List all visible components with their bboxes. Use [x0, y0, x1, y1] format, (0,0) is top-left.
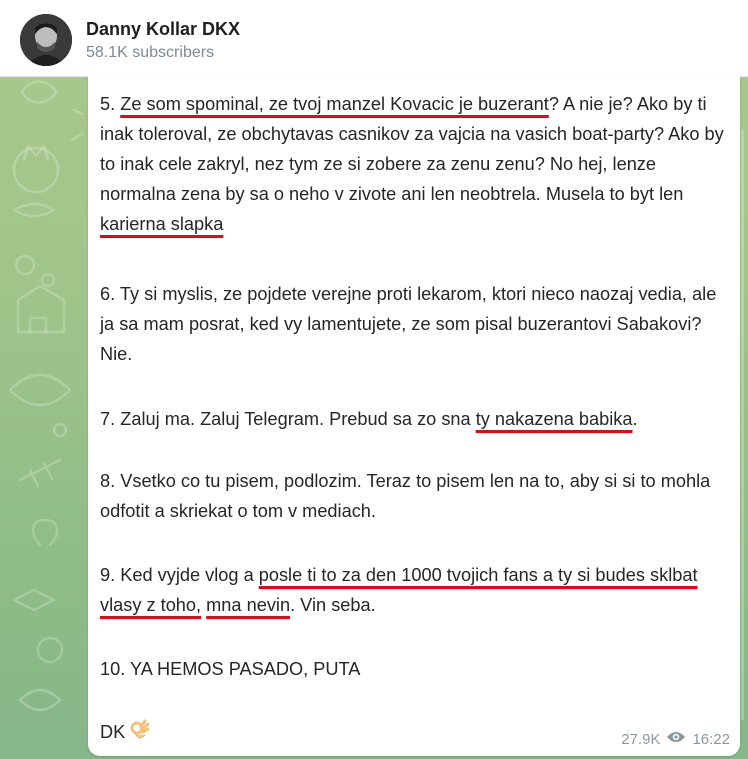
- message-paragraph-9: 9. Ked vyjde vlog a posle ti to za den 1…: [100, 565, 698, 615]
- message-paragraph-8: 8. Vsetko co tu pisem, podlozim. Teraz t…: [100, 471, 711, 521]
- chat-header[interactable]: Danny Kollar DKX 58.1K subscribers: [0, 0, 748, 77]
- channel-title[interactable]: Danny Kollar DKX: [86, 19, 240, 40]
- highlighted-phrase: Ze som spominal, ze tvoj manzel Kovacic …: [120, 94, 549, 114]
- channel-avatar[interactable]: [20, 14, 72, 66]
- message-paragraph-5: 5. Ze som spominal, ze tvoj manzel Kovac…: [100, 94, 724, 234]
- view-count: 27.9K: [621, 730, 661, 748]
- message-time: 16:22: [692, 730, 730, 748]
- message-paragraph-10: 10. YA HEMOS PASADO, PUTA: [100, 659, 361, 679]
- message-paragraph-6: 6. Ty si myslis, ze pojdete verejne prot…: [100, 284, 717, 364]
- highlighted-phrase: ty nakazena babika: [475, 409, 633, 429]
- eye-icon: [666, 730, 686, 748]
- message-meta: 27.9K 16:22: [621, 730, 730, 748]
- ok-hand-emoji: [129, 719, 151, 750]
- message-bubble[interactable]: 5. Ze som spominal, ze tvoj manzel Kovac…: [88, 76, 740, 756]
- scrollbar[interactable]: [741, 130, 744, 720]
- highlighted-phrase: mna nevin: [206, 595, 291, 615]
- subscriber-count: 58.1K subscribers: [86, 44, 215, 61]
- avatar-photo: [20, 14, 72, 66]
- highlighted-phrase: karierna slapka: [100, 214, 224, 234]
- message-paragraph-7: 7. Zaluj ma. Zaluj Telegram. Prebud sa z…: [100, 409, 638, 429]
